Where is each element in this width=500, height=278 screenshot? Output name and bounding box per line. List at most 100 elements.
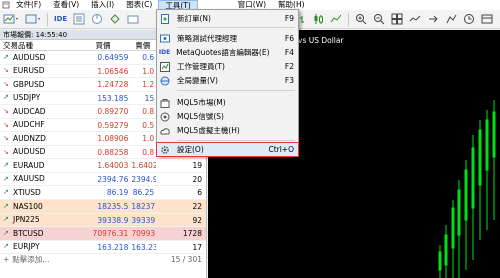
periods-icon[interactable] [461,12,477,26]
arrow-down-icon: ↘ [3,120,9,129]
menu-item-mql5-signals[interactable]: MQL5信號(S) [157,110,298,123]
menu-item-label: MQL5信號(S) [177,112,224,121]
column-symbol[interactable]: 交易品種 [0,40,78,50]
menu-item-global-variables[interactable]: 全局變量(V) F3 [157,74,298,87]
menu-item-label: 新訂單(N) [177,14,211,23]
market-watch-icon[interactable] [71,12,87,26]
menu-item-mql5-market[interactable]: MQL5市場(M) [157,96,298,109]
ask-cell: 1.0 [142,66,155,76]
table-row[interactable]: ↗ EURJPY 163.218163.235 17 [0,241,206,255]
menu-charts[interactable]: 图表(C) [120,0,158,10]
ask-cell: 0.6 [142,53,155,62]
menu-item-settings[interactable]: 設定(O) Ctrl+O [156,142,299,157]
menu-item-label: MQL5虛擬主機(H) [177,126,240,135]
table-row[interactable]: ↗ NAS100 18235.518237.7 22 [0,200,206,214]
ask-cell: 0.8 [142,107,155,117]
signals-icon [157,110,173,123]
column-bid[interactable]: 買價 [78,40,132,50]
bid-cell: 1.08906 [97,134,129,144]
data-window-icon[interactable] [89,12,105,26]
symbol-cell: ↘ AUDCAD [0,105,78,118]
symbol-cell: ↗ AUDUSD [0,51,78,64]
zoom-out-icon[interactable] [371,12,387,26]
candle [485,119,489,171]
app-menu-icon[interactable] [2,1,10,9]
line-chart-icon[interactable] [328,12,344,26]
spread-cell: 19 [192,161,202,171]
menu-file[interactable]: 文件(F) [10,0,47,10]
arrow-down-icon: ↘ [3,106,9,115]
bid-cell: 0.89270 [97,107,129,117]
ask-cell: 39339.8 [131,215,156,225]
menu-separator [177,90,295,91]
menu-view[interactable]: 查看(V) [47,0,85,10]
tools-menu: 新訂單(N) F9 策略測試代理經理 F6 IDE MetaQuotes語言編輯… [156,9,299,157]
arrow-down-icon: ↘ [3,147,9,156]
candle [492,111,496,158]
symbol-cell: ↘ AUDNZD [0,132,78,145]
table-row[interactable]: ↗ BTCUSD 70976.3170993.59 1728 [0,227,206,241]
ask-cell: 1.64022 [131,161,157,171]
arrow-down-icon: ↘ [3,66,9,75]
candlestick-icon[interactable] [310,12,326,26]
toolbox-icon[interactable] [125,12,141,26]
arrow-up-icon: ↗ [3,52,9,61]
symbol-name: JPN225 [13,215,40,225]
column-ask[interactable]: 賣價 [131,40,156,50]
bid-cell: 153.185 [97,93,129,103]
ask-cell: 70993.59 [131,229,156,239]
menu-separator [177,27,295,28]
symbol-cell: ↗ USDJPY [0,92,78,105]
toolbar-separator [47,12,48,26]
menu-item-task-manager[interactable]: 工作管理員(T) F2 [157,60,298,73]
menu-item-mql5-vps[interactable]: MQL5虛擬主機(H) [157,124,298,137]
menu-insert[interactable]: 插入(I) [85,0,120,10]
ask-cell: 163.235 [131,242,157,252]
arrow-up-icon: ↗ [3,188,9,197]
ask-cell: 0.5 [142,120,155,130]
arrow-up-icon: ↗ [3,242,9,251]
symbol-cell: ↗ BTCUSD [0,227,78,240]
templates-icon[interactable] [479,12,495,26]
table-row[interactable]: ↗ EURAUD 1.640031.64022 19 [0,159,206,173]
new-order-icon [157,12,173,25]
menu-item-new-order[interactable]: 新訂單(N) F9 [157,12,298,25]
menu-item-label: MQL5市場(M) [177,98,226,107]
autoscroll-icon[interactable] [425,12,441,26]
chart-shift-icon[interactable] [407,12,423,26]
ide-icon: IDE [158,49,171,56]
menu-item-shortcut: F6 [284,34,294,43]
arrow-up-icon: ↗ [3,215,9,224]
zoom-in-icon[interactable] [353,12,369,26]
symbol-name: EURAUD [13,160,45,170]
new-chart-icon[interactable] [1,12,21,26]
spread-cell: 20 [192,174,202,184]
tile-windows-icon[interactable] [389,12,405,26]
symbol-cell: ↘ AUDUSD [0,146,78,159]
arrow-up-icon: ↗ [3,174,9,183]
arrow-up-icon: ↗ [3,201,9,210]
symbol-name: GBPUSD [13,79,45,89]
add-symbol-link[interactable]: + 點擊添加... [3,254,49,266]
symbol-count: 15 / 301 [170,255,202,265]
navigator-icon[interactable] [107,12,123,26]
ide-label: IDE [54,15,68,23]
market-bag-icon [157,96,173,109]
profiles-icon[interactable] [23,12,43,26]
indicators-icon[interactable] [443,12,459,26]
ide-icon[interactable]: IDE [52,12,69,26]
menu-item-metaeditor[interactable]: IDE MetaQuotes語言編輯器(E) F4 [157,46,298,59]
symbol-name: AUDNZD [13,133,46,143]
table-row[interactable]: ↗ XAUUSD 2394.762394.96 20 [0,173,206,187]
spread-cell: 92 [192,215,202,225]
ask-cell: 2394.96 [131,174,157,184]
bid-cell: 1.06546 [97,66,129,76]
symbol-name: XTIUSD [13,187,41,197]
ask-cell: 0.8 [142,147,155,157]
menu-item-shortcut: F9 [284,14,294,23]
global-variables-icon [157,74,173,87]
table-row[interactable]: ↗ JPN225 39338.939339.8 92 [0,213,206,228]
table-row[interactable]: ↗ XTIUSD 86.19 86.25 6 [0,186,206,201]
menu-item-tester-agent[interactable]: 策略測試代理經理 F6 [157,32,298,45]
bid-cell: 163.218 [97,242,129,252]
